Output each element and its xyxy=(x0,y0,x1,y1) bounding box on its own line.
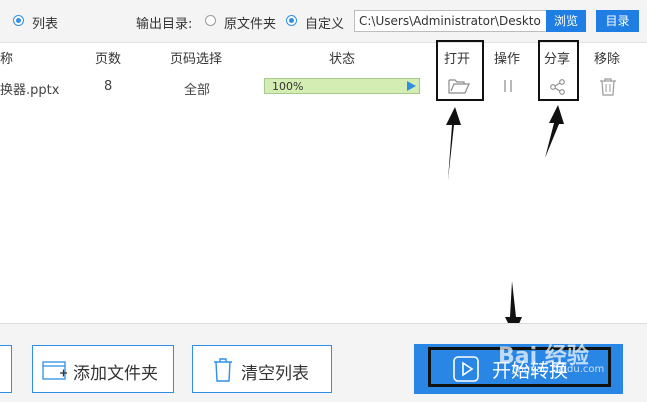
clear-list-label: 清空列表 xyxy=(241,364,309,384)
add-folder-icon xyxy=(42,361,67,380)
arrow-open xyxy=(446,107,461,180)
add-folder-button[interactable]: 添加文件夹 xyxy=(32,345,174,393)
clear-list-button[interactable]: 清空列表 xyxy=(192,345,332,393)
clear-list-icon xyxy=(214,358,232,382)
add-folder-label: 添加文件夹 xyxy=(73,364,158,384)
baidu-watermark-url: jingyan.baidu.com xyxy=(512,364,605,375)
add-file-button-partial[interactable] xyxy=(0,345,12,393)
arrow-share xyxy=(545,105,564,158)
